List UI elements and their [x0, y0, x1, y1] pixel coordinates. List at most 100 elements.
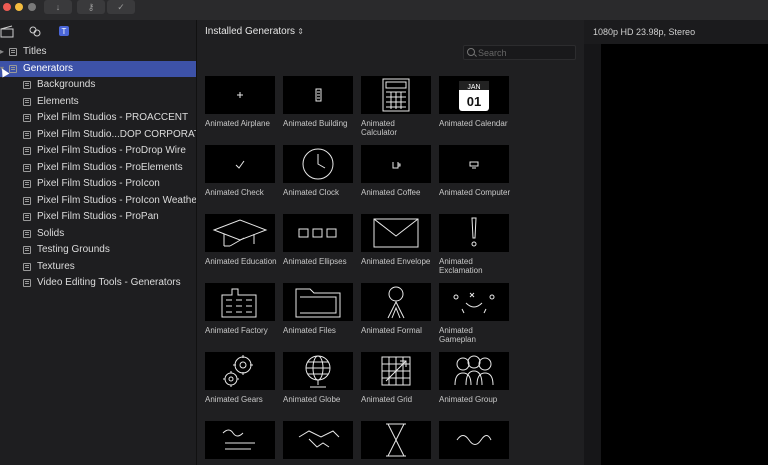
folder-icon — [23, 246, 31, 254]
generator-tile[interactable]: Animated Calculator — [361, 76, 431, 137]
generator-tile[interactable]: Animated Coffee — [361, 145, 431, 197]
sidebar-item[interactable]: Pixel Film Studios - ProDrop Wire — [0, 143, 196, 159]
generator-tile[interactable]: Animated Computer — [439, 145, 511, 197]
generator-thumbnail[interactable] — [439, 214, 509, 252]
close-window-button[interactable] — [3, 3, 11, 11]
sidebar-item[interactable]: Elements — [0, 94, 196, 110]
generator-label: Animated Files — [283, 326, 336, 335]
generator-tile[interactable]: Animated Files — [283, 283, 353, 335]
generator-thumbnail[interactable] — [361, 421, 431, 459]
building-icon — [298, 80, 338, 110]
generator-label: Animated Exclamation — [439, 257, 483, 275]
generator-tile[interactable]: Animated Gameplan — [439, 283, 509, 344]
sidebar-item[interactable]: Pixel Film Studios - PROACCENT — [0, 110, 196, 126]
sidebar-item[interactable]: Testing Grounds — [0, 242, 196, 258]
generator-tile[interactable]: Animated Formal — [361, 283, 431, 335]
generator-thumbnail[interactable] — [283, 352, 353, 390]
coffee-icon — [376, 149, 416, 179]
browser-header[interactable]: Installed Generators ⇕ — [197, 20, 585, 44]
panel-divider[interactable] — [584, 20, 601, 465]
check-icon — [220, 149, 260, 179]
generator-thumbnail[interactable] — [439, 283, 509, 321]
generator-tile[interactable] — [205, 421, 275, 464]
generator-thumbnail[interactable] — [205, 214, 275, 252]
generator-label: Animated Education — [205, 257, 277, 266]
factory-icon — [212, 285, 268, 319]
computer-icon — [454, 149, 494, 179]
sidebar-item[interactable]: Pixel Film Studios - ProIcon Weather — [0, 193, 200, 209]
sidebar-item-label: Video Editing Tools - Generators — [37, 277, 181, 288]
generator-tile[interactable]: Animated Clock — [283, 145, 353, 197]
generator-thumbnail[interactable] — [361, 145, 431, 183]
calendar-month: JAN — [467, 84, 480, 91]
generator-thumbnail[interactable] — [361, 283, 431, 321]
sidebar-item[interactable]: Pixel Film Studio...DOP CORPORATE — [0, 127, 207, 143]
generator-thumbnail[interactable] — [283, 214, 353, 252]
generator-thumbnail[interactable]: JAN 01 — [439, 76, 509, 114]
sidebar-item[interactable]: Pixel Film Studios - ProElements — [0, 160, 196, 176]
photos-audio-icon[interactable] — [28, 24, 42, 38]
generator-thumbnail[interactable] — [205, 352, 275, 390]
download-button[interactable]: ↓ — [44, 0, 72, 14]
generator-thumbnail[interactable] — [439, 145, 509, 183]
generator-tile[interactable] — [283, 421, 353, 464]
generator-tile[interactable]: Animated Gears — [205, 352, 275, 404]
grid-icon — [374, 353, 418, 389]
sidebar-item[interactable]: Textures — [0, 259, 196, 275]
sidebar-item[interactable]: Pixel Film Studios - ProIcon — [0, 176, 196, 192]
generator-thumbnail[interactable] — [283, 76, 353, 114]
generator-thumbnail[interactable] — [283, 283, 353, 321]
gears-icon — [215, 353, 265, 389]
key-button[interactable]: ⚷ — [77, 0, 105, 14]
generator-tile[interactable]: Animated Envelope — [361, 214, 431, 266]
generator-tile[interactable] — [361, 421, 431, 464]
generator-tile[interactable]: JAN 01 Animated Calendar — [439, 76, 509, 128]
folder-icon — [23, 163, 31, 172]
sidebar-item[interactable]: ▾ Generators — [0, 60, 196, 77]
generator-thumbnail[interactable] — [361, 76, 431, 114]
folder-icon — [23, 97, 31, 106]
generator-thumbnail[interactable] — [205, 421, 275, 459]
disclosure-closed-icon[interactable]: ▸ — [0, 44, 4, 60]
generator-thumbnail[interactable] — [205, 145, 275, 183]
generator-label: Animated Gameplan — [439, 326, 476, 344]
generator-tile[interactable]: Animated Airplane — [205, 76, 275, 128]
generator-thumbnail[interactable] — [439, 421, 509, 459]
generator-thumbnail[interactable] — [361, 214, 431, 252]
sidebar-item[interactable]: Backgrounds — [0, 77, 196, 93]
generator-thumbnail[interactable] — [439, 352, 509, 390]
generator-thumbnail[interactable] — [283, 421, 353, 459]
generator-label: Animated Computer — [439, 188, 511, 197]
sidebar-item[interactable]: ▸ Titles — [0, 44, 196, 60]
generator-label: Animated Envelope — [361, 257, 431, 266]
generator-tile[interactable]: Animated Group — [439, 352, 509, 404]
minimize-window-button[interactable] — [15, 3, 23, 11]
generator-thumbnail[interactable] — [205, 76, 275, 114]
generator-thumbnail[interactable] — [283, 145, 353, 183]
title-bar: ↓ ⚷ ✓ — [0, 0, 768, 20]
generator-tile[interactable]: Animated Education — [205, 214, 277, 266]
sidebar-item[interactable]: Video Editing Tools - Generators — [0, 275, 196, 291]
generator-thumbnail[interactable] — [205, 283, 275, 321]
generator-tile[interactable]: Animated Check — [205, 145, 275, 197]
generator-thumbnail[interactable] — [361, 352, 431, 390]
sidebar-item-label: Generators — [23, 62, 74, 74]
search-input[interactable]: Search — [463, 45, 576, 60]
sidebar-item[interactable]: Solids — [0, 226, 196, 242]
generator-tile[interactable]: Animated Building — [283, 76, 353, 128]
check-icon: ✓ — [117, 1, 125, 12]
generator-tile[interactable]: Animated Grid — [361, 352, 431, 404]
generator-tile[interactable]: Animated Factory — [205, 283, 275, 335]
sidebar-item-label: Pixel Film Studios - ProIcon Weather — [37, 194, 201, 206]
zoom-window-button[interactable] — [28, 3, 36, 11]
titles-generators-icon[interactable]: T — [57, 24, 71, 38]
generator-tile[interactable]: Animated Globe — [283, 352, 353, 404]
generator-label: Animated Coffee — [361, 188, 421, 197]
generator-label: Animated Building — [283, 119, 348, 128]
clapper-icon[interactable] — [0, 24, 14, 38]
sidebar-item[interactable]: Pixel Film Studios - ProPan — [0, 209, 196, 225]
generator-tile[interactable] — [439, 421, 509, 464]
generator-tile[interactable]: Animated Exclamation — [439, 214, 509, 275]
check-button[interactable]: ✓ — [107, 0, 135, 14]
generator-tile[interactable]: Animated Ellipses — [283, 214, 353, 266]
